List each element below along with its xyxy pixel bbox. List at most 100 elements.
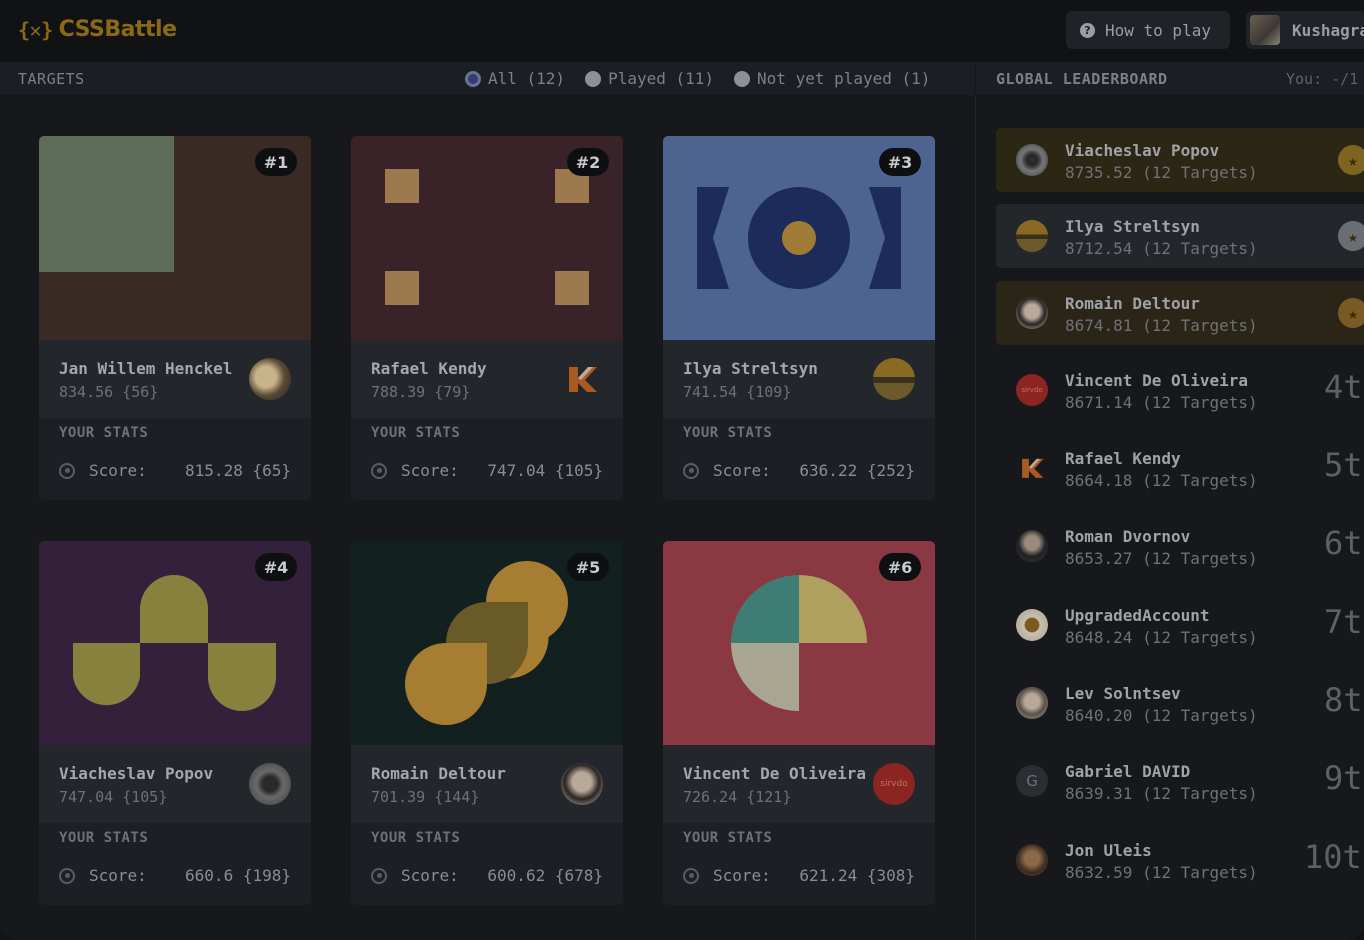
leaderboard-row[interactable]: Ilya Streltsyn 8712.54 (12 Targets) ★: [996, 204, 1364, 268]
player-score: 8735.52 (12 Targets): [1065, 163, 1258, 182]
leaderboard-row[interactable]: Rafael Kendy 8664.18 (12 Targets) 5th: [996, 436, 1364, 500]
score-value: 636.22 {252}: [799, 461, 915, 480]
player-score: 8640.20 (12 Targets): [1065, 706, 1258, 725]
your-score: Score: 747.04 {105}: [371, 461, 603, 480]
player-avatar[interactable]: [1016, 687, 1048, 719]
score-value: 621.24 {308}: [799, 866, 915, 885]
player-avatar[interactable]: G: [1016, 765, 1048, 797]
top-player: Vincent De Oliveira 726.24 {121} sirvdo: [663, 745, 935, 823]
player-score: 8639.31 (12 Targets): [1065, 784, 1258, 803]
leaderboard-row[interactable]: sirvdo Vincent De Oliveira 8671.14 (12 T…: [996, 358, 1364, 422]
score-value: 600.62 {678}: [487, 866, 603, 885]
leaderboard-row[interactable]: Romain Deltour 8674.81 (12 Targets) ★: [996, 281, 1364, 345]
leaderboard-row[interactable]: Jon Uleis 8632.59 (12 Targets) 10th: [996, 828, 1364, 892]
target-thumbnail[interactable]: #4: [39, 541, 311, 745]
radio-selected-icon[interactable]: [465, 70, 481, 87]
score-value: 660.6 {198}: [185, 866, 291, 885]
user-avatar: [1250, 15, 1280, 45]
top-player-score: 834.56 {56}: [59, 383, 159, 401]
target-card-5[interactable]: #5 Romain Deltour 701.39 {144} YOUR STAT…: [351, 541, 623, 905]
bronze-medal-icon: ★: [1338, 298, 1364, 328]
target-card-6[interactable]: #6 Vincent De Oliveira 726.24 {121} sirv…: [663, 541, 935, 905]
logo[interactable]: {✕} CSSBattle: [18, 17, 177, 42]
player-rank: 9th: [1324, 759, 1364, 797]
target-card-2[interactable]: #2 Rafael Kendy 788.39 {79} YOUR STATS S…: [351, 136, 623, 500]
avatar-text: sirvdo: [880, 779, 908, 789]
target-thumbnail[interactable]: #3: [663, 136, 935, 340]
filter-not-played[interactable]: Not yet played (1): [734, 69, 930, 88]
top-player-avatar[interactable]: sirvdo: [873, 763, 915, 805]
radio-icon[interactable]: [585, 70, 602, 87]
filter-all[interactable]: All (12): [465, 69, 565, 88]
player-avatar[interactable]: [1016, 220, 1048, 252]
top-player: Romain Deltour 701.39 {144}: [351, 745, 623, 823]
player-avatar[interactable]: [1016, 609, 1048, 641]
silver-medal-icon: ★: [1338, 221, 1364, 251]
target-thumbnail[interactable]: #2: [351, 136, 623, 340]
radio-icon[interactable]: [734, 70, 751, 87]
your-stats-label: YOUR STATS: [59, 830, 149, 846]
user-menu-button[interactable]: Kushagra: [1246, 11, 1364, 49]
player-name: Jon Uleis: [1065, 841, 1152, 860]
filter-played[interactable]: Played (11): [585, 69, 714, 88]
targets-bar: TARGETS All (12) Played (11) Not yet pla…: [0, 62, 975, 95]
top-player-name: Ilya Streltsyn: [683, 359, 818, 378]
kendy-logo-icon: [1022, 458, 1044, 478]
target-icon: [371, 462, 387, 479]
top-player-name: Rafael Kendy: [371, 359, 487, 378]
player-rank: 7th: [1324, 603, 1364, 641]
player-avatar[interactable]: [1016, 297, 1048, 329]
top-header: {✕} CSSBattle ? How to play Kushagra: [0, 0, 1364, 62]
target-shape: [385, 169, 419, 203]
top-player-avatar[interactable]: [249, 763, 291, 805]
how-to-play-button[interactable]: ? How to play: [1066, 11, 1230, 49]
top-player: Ilya Streltsyn 741.54 {109}: [663, 340, 935, 418]
target-thumbnail[interactable]: #1: [39, 136, 311, 340]
score-value: 815.28 {65}: [185, 461, 291, 480]
leaderboard-row[interactable]: Viacheslav Popov 8735.52 (12 Targets) ★: [996, 128, 1364, 192]
target-card-3[interactable]: #3 Ilya Streltsyn 741.54 {109} YOUR STAT…: [663, 136, 935, 500]
player-avatar[interactable]: [1016, 530, 1048, 562]
leaderboard-row[interactable]: UpgradedAccount 8648.24 (12 Targets) 7th: [996, 593, 1364, 657]
avatar-text: sirvdo: [1021, 386, 1043, 394]
player-score: 8671.14 (12 Targets): [1065, 393, 1258, 412]
question-icon: ?: [1080, 22, 1095, 38]
leaderboard-row[interactable]: G Gabriel DAVID 8639.31 (12 Targets) 9th: [996, 749, 1364, 813]
player-name: Roman Dvornov: [1065, 527, 1191, 546]
target-number-badge: #3: [879, 148, 921, 176]
player-avatar[interactable]: [1016, 452, 1048, 484]
top-player-name: Vincent De Oliveira: [683, 764, 867, 783]
player-rank: 5th: [1324, 446, 1364, 484]
player-avatar[interactable]: [1016, 844, 1048, 876]
your-stats-label: YOUR STATS: [59, 425, 149, 441]
target-icon: [371, 867, 387, 884]
target-card-4[interactable]: #4 Viacheslav Popov 747.04 {105} YOUR ST…: [39, 541, 311, 905]
top-player-name: Jan Willem Henckel: [59, 359, 233, 378]
your-score: Score: 815.28 {65}: [59, 461, 291, 480]
target-shape: [385, 271, 419, 305]
target-card-1[interactable]: #1 Jan Willem Henckel 834.56 {56} YOUR S…: [39, 136, 311, 500]
player-name: Gabriel DAVID: [1065, 762, 1191, 781]
top-player-avatar[interactable]: [249, 358, 291, 400]
top-player-avatar[interactable]: [561, 763, 603, 805]
score-label: Score:: [401, 461, 459, 480]
app-frame: {✕} CSSBattle ? How to play Kushagra TAR…: [0, 0, 1364, 940]
leaderboard-row[interactable]: Roman Dvornov 8653.27 (12 Targets) 6th: [996, 514, 1364, 578]
player-name: Romain Deltour: [1065, 294, 1200, 313]
target-thumbnail[interactable]: #5: [351, 541, 623, 745]
your-score: Score: 621.24 {308}: [683, 866, 915, 885]
top-player-score: 701.39 {144}: [371, 788, 480, 806]
score-label: Score:: [89, 866, 147, 885]
player-avatar[interactable]: sirvdo: [1016, 374, 1048, 406]
target-thumbnail[interactable]: #6: [663, 541, 935, 745]
top-player-avatar[interactable]: [873, 358, 915, 400]
player-score: 8653.27 (12 Targets): [1065, 549, 1258, 568]
leaderboard-row[interactable]: Lev Solntsev 8640.20 (12 Targets) 8th: [996, 671, 1364, 735]
your-score: Score: 600.62 {678}: [371, 866, 603, 885]
score-label: Score:: [89, 461, 147, 480]
avatar-letter: G: [1026, 772, 1038, 790]
player-name: Vincent De Oliveira: [1065, 371, 1249, 390]
score-value: 747.04 {105}: [487, 461, 603, 480]
top-player-avatar[interactable]: [561, 358, 603, 400]
player-avatar[interactable]: [1016, 144, 1048, 176]
